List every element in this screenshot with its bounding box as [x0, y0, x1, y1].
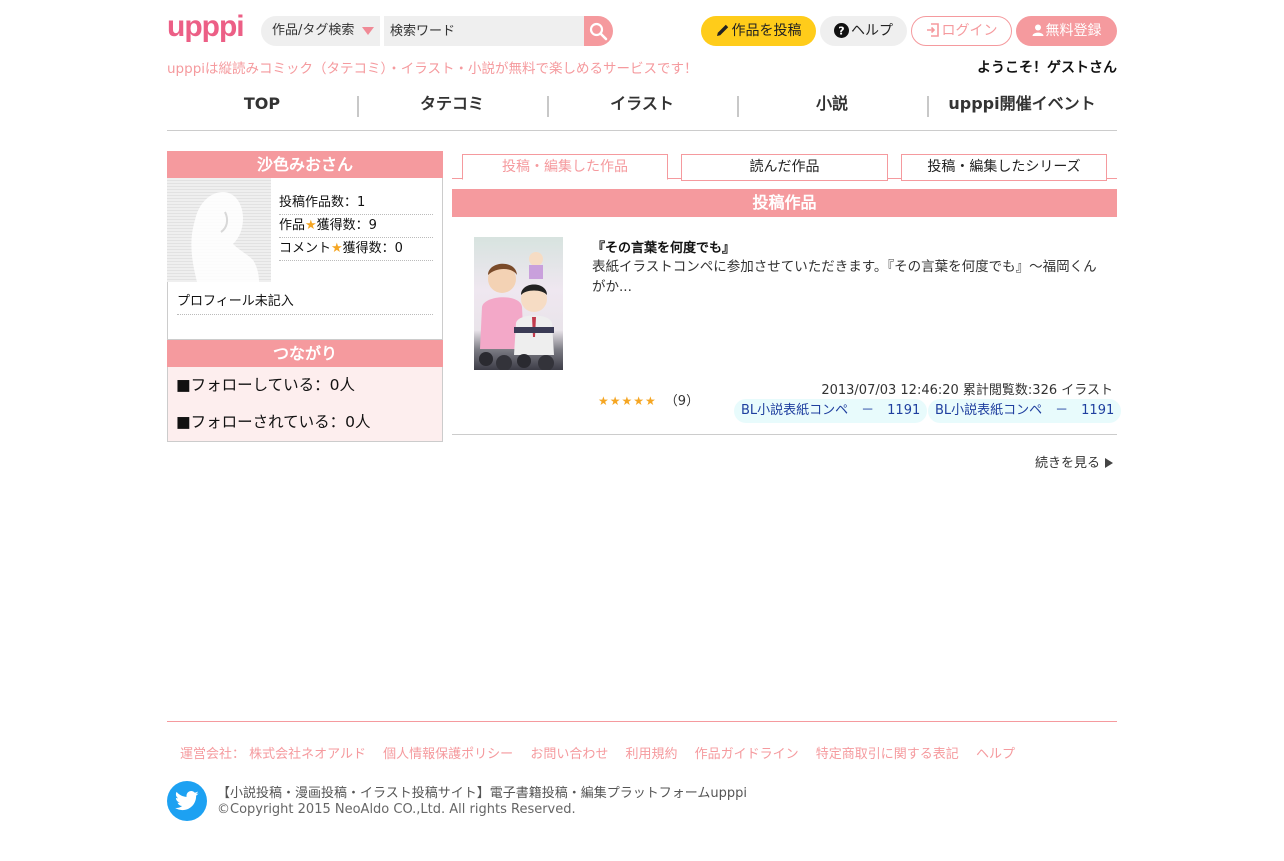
- user-icon: [1032, 24, 1043, 36]
- copyright: ©Copyright 2015 NeoAldo CO.,Ltd. All rig…: [217, 802, 576, 817]
- twitter-button[interactable]: [167, 781, 207, 821]
- tab-series[interactable]: 投稿・編集したシリーズ: [901, 154, 1107, 181]
- work-tag[interactable]: BL小説表紙コンペ － 1191: [734, 399, 928, 423]
- upppi-logo[interactable]: upppi: [167, 12, 245, 42]
- register-button[interactable]: 無料登録: [1016, 16, 1117, 46]
- page: upppi 作品/タグ検索 作品を投稿 ? ヘルプ ログイン 無料登録 upp: [167, 0, 1122, 861]
- site-description: 【小説投稿・漫画投稿・イラスト投稿サイト】電子書籍投稿・編集プラットフォームup…: [217, 786, 747, 801]
- main-nav: TOP タテコミ イラスト 小説 upppi開催イベント: [167, 84, 1117, 131]
- user-stats: 投稿作品数：1 作品★獲得数：9 コメント★獲得数：0: [279, 192, 433, 261]
- post-work-button[interactable]: 作品を投稿: [701, 16, 816, 46]
- work-thumbnail[interactable]: [474, 237, 563, 370]
- footer-link-contact[interactable]: お問い合わせ: [530, 747, 608, 762]
- profile-tabs: 投稿・編集した作品 読んだ作品 投稿・編集したシリーズ: [452, 154, 1117, 181]
- question-icon: ?: [834, 22, 849, 38]
- profile-text-box: プロフィール未記入: [167, 282, 443, 340]
- work-tag[interactable]: BL小説表紙コンペ － 1191: [928, 399, 1122, 423]
- nav-item-tatecomi[interactable]: タテコミ: [357, 84, 547, 130]
- twitter-bird-icon: [175, 791, 199, 811]
- nav-item-illust[interactable]: イラスト: [547, 84, 737, 130]
- followers-link[interactable]: ■フォローされている：0人: [176, 410, 434, 447]
- stat-comment-stars: コメント★獲得数：0: [279, 238, 433, 261]
- triangle-right-icon: [1105, 457, 1113, 468]
- work-rating: ★★★★★ （9）: [598, 390, 699, 409]
- work-description: 表紙イラストコンペに参加させていただきます。『その言葉を何度でも』～福岡くんがか…: [592, 259, 1097, 295]
- tab-posted-works[interactable]: 投稿・編集した作品: [462, 154, 668, 180]
- search-type-label: 作品/タグ検索: [272, 23, 355, 38]
- nav-item-novel[interactable]: 小説: [737, 84, 927, 130]
- stat-work-stars: 作品★獲得数：9: [279, 215, 433, 238]
- work-meta: 2013/07/03 12:46:20 累計閲覧数:326 イラスト: [821, 383, 1113, 398]
- stat-works: 投稿作品数：1: [279, 192, 433, 215]
- section-title: 投稿作品: [452, 189, 1117, 217]
- profile-text: プロフィール未記入: [177, 290, 433, 315]
- footer-link-commerce[interactable]: 特定商取引に関する表記: [816, 747, 959, 762]
- search-button[interactable]: [584, 16, 613, 46]
- star-icon: ★: [305, 218, 317, 233]
- star-icon: ★: [331, 241, 343, 256]
- thumbnail-illustration: [479, 252, 554, 370]
- search-type-select[interactable]: 作品/タグ検索: [261, 16, 380, 46]
- chevron-down-icon: [362, 27, 374, 35]
- register-label: 無料登録: [1045, 23, 1102, 39]
- tab-read-works[interactable]: 読んだ作品: [681, 154, 888, 181]
- welcome-message: ようこそ！ゲストさん: [977, 60, 1117, 76]
- svg-text:?: ?: [838, 24, 844, 37]
- help-label: ヘルプ: [851, 23, 893, 39]
- rating-count: （9）: [664, 394, 700, 409]
- profile-summary: 投稿作品数：1 作品★獲得数：9 コメント★獲得数：0: [167, 178, 443, 282]
- work-title[interactable]: 『その言葉を何度でも』: [592, 237, 735, 256]
- user-sidebar: 沙色みおさん 投稿作品数：1 作品★獲得数：9 コメント★獲得数：0 プロフィー…: [167, 151, 443, 442]
- search-input[interactable]: [384, 16, 584, 46]
- footer-link-guideline[interactable]: 作品ガイドライン: [695, 747, 799, 762]
- search-icon: [589, 22, 608, 41]
- post-work-label: 作品を投稿: [731, 23, 802, 39]
- rating-stars-icon: ★★★★★: [598, 394, 657, 408]
- work-item: 『その言葉を何度でも』 表紙イラストコンペに参加させていただきます。『その言葉を…: [452, 230, 1122, 435]
- following-link[interactable]: ■フォローしている：0人: [176, 373, 434, 410]
- login-icon: [926, 23, 939, 37]
- connections-box: ■フォローしている：0人 ■フォローされている：0人: [167, 367, 443, 442]
- footer-link-privacy[interactable]: 個人情報保護ポリシー: [383, 747, 513, 762]
- see-more-link[interactable]: 続きを見る: [1035, 452, 1113, 471]
- login-button[interactable]: ログイン: [911, 16, 1012, 46]
- nav-item-events[interactable]: upppi開催イベント: [927, 84, 1117, 130]
- avatar: [167, 178, 271, 282]
- user-name: 沙色みおさん: [167, 151, 443, 178]
- default-avatar-silhouette: [191, 192, 259, 282]
- login-label: ログイン: [941, 23, 998, 39]
- see-more-label: 続きを見る: [1034, 456, 1100, 471]
- footer-link-company[interactable]: 運営会社： 株式会社ネオアルド: [180, 747, 366, 762]
- pencil-icon: [716, 24, 728, 36]
- connections-title: つながり: [167, 340, 443, 367]
- footer-links: 運営会社： 株式会社ネオアルド 個人情報保護ポリシー お問い合わせ 利用規約 作…: [180, 743, 1028, 762]
- help-button[interactable]: ? ヘルプ: [820, 16, 907, 46]
- footer-divider: [167, 721, 1117, 722]
- nav-item-top[interactable]: TOP: [167, 84, 357, 130]
- footer-link-terms[interactable]: 利用規約: [625, 747, 677, 762]
- footer-link-help[interactable]: ヘルプ: [976, 747, 1015, 762]
- site-tagline: upppiは縦読みコミック（タテコミ）・イラスト・小説が無料で楽しめるサービスで…: [167, 61, 698, 77]
